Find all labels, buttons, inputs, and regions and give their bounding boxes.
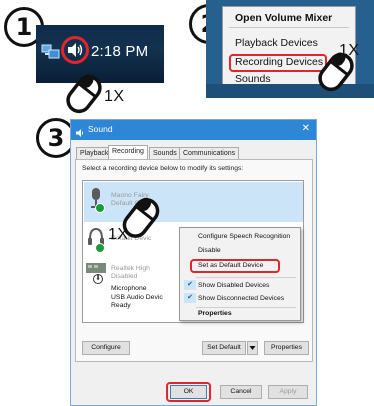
menu-item-recording-devices[interactable]: Recording Devices — [235, 56, 323, 68]
menu-separator — [196, 307, 296, 308]
tab-recording[interactable]: Recording — [108, 145, 148, 159]
cancel-button[interactable]: Cancel — [220, 385, 262, 399]
menu-item-properties[interactable]: Properties — [198, 310, 232, 317]
device-3-text: Realtek High Disabled — [111, 265, 150, 280]
default-check-icon — [95, 203, 105, 213]
menu-item-open-volume-mixer[interactable]: Open Volume Mixer — [235, 12, 332, 24]
default-check-icon — [95, 243, 105, 253]
sound-dialog: Sound ✕ Playback Recording Sounds Commun… — [70, 119, 317, 406]
ok-button[interactable]: OK — [170, 385, 207, 399]
menu-item-show-disabled-devices[interactable]: Show Disabled Devices — [198, 282, 269, 289]
dialog-titlebar[interactable]: Sound ✕ — [71, 120, 316, 140]
click-count-2: 1X — [339, 42, 360, 59]
menu-separator — [229, 27, 349, 28]
close-icon[interactable]: ✕ — [302, 123, 310, 134]
click-count-3: 1X — [108, 226, 129, 243]
click-count-1: 1X — [104, 88, 125, 105]
dialog-title: Sound — [88, 124, 113, 134]
device-4-text: Microphone USB Audio Devic Ready — [111, 285, 163, 309]
tutorial-figure: 1 2 3 2:18 PM — [0, 0, 374, 406]
sound-app-icon — [75, 125, 85, 137]
configure-button[interactable]: Configure — [82, 341, 130, 355]
menu-item-set-as-default-device[interactable]: Set as Default Device — [198, 262, 263, 269]
tab-playback[interactable]: Playback — [76, 147, 113, 159]
device-context-menu: Configure Speech Recognition Disable Set… — [179, 227, 301, 321]
disabled-arrow-icon: ⬇ — [93, 274, 103, 284]
instruction-text: Select a recording device below to modif… — [82, 165, 244, 172]
menu-item-disable[interactable]: Disable — [198, 247, 221, 254]
menu-item-show-disconnected-devices[interactable]: Show Disconnected Devices — [198, 295, 284, 302]
apply-button[interactable]: Apply — [268, 385, 308, 399]
set-default-button[interactable]: Set Default — [202, 341, 246, 355]
check-icon: ✔ — [184, 280, 196, 290]
check-icon: ✔ — [184, 293, 196, 303]
recording-tab-panel: Select a recording device below to modif… — [75, 159, 313, 362]
mouse-icon — [60, 72, 108, 121]
menu-item-configure-speech-recognition[interactable]: Configure Speech Recognition — [198, 233, 290, 240]
set-default-dropdown[interactable] — [247, 341, 258, 355]
menu-separator — [196, 277, 296, 278]
clock[interactable]: 2:18 PM — [91, 43, 148, 60]
tab-sounds[interactable]: Sounds — [149, 147, 181, 159]
menu-item-playback-devices[interactable]: Playback Devices — [235, 37, 318, 49]
speaker-icon[interactable] — [66, 41, 84, 59]
tab-communications[interactable]: Communications — [179, 147, 240, 159]
chevron-down-icon — [249, 346, 256, 350]
properties-button[interactable]: Properties — [264, 341, 309, 355]
network-icon[interactable] — [41, 43, 61, 61]
